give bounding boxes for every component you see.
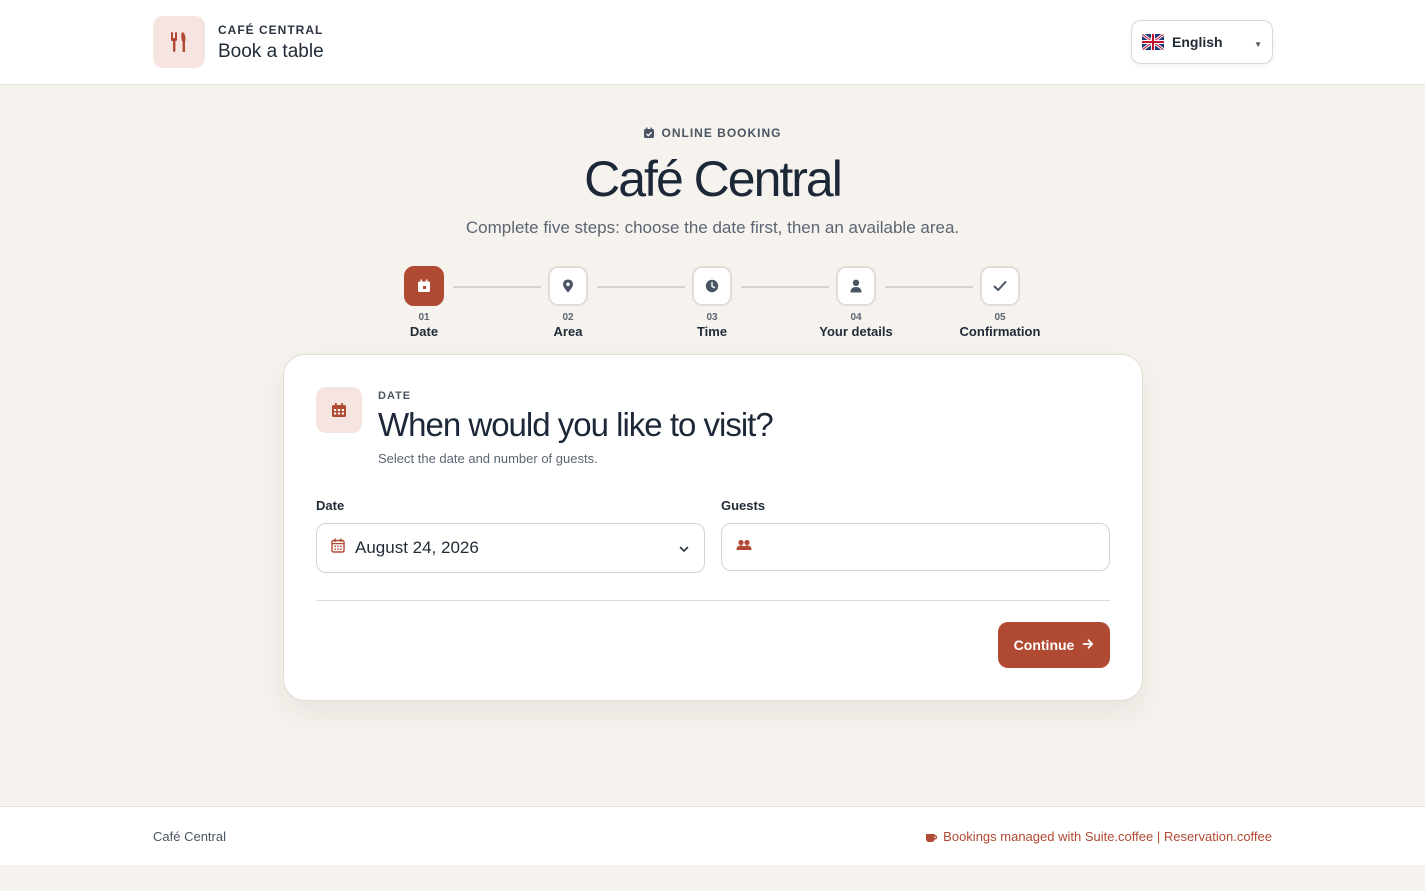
language-select[interactable]: English ▼ [1131,20,1273,64]
continue-button[interactable]: Continue [998,622,1110,668]
fork-knife-icon [153,16,205,68]
step-label: Area [553,324,583,339]
booking-card: DATE When would you like to visit? Selec… [283,354,1143,701]
brand-eyebrow: CAFÉ CENTRAL [218,23,324,37]
caret-down-icon: ▼ [1254,40,1262,49]
step-your-details[interactable]: 04 Your details [796,266,916,339]
step-label: Confirmation [959,324,1041,339]
footer-brand: Café Central [153,829,226,844]
step-number: 05 [994,312,1006,323]
step-time[interactable]: 03 Time [652,266,772,339]
arrow-right-icon [1082,637,1094,653]
date-select[interactable]: August 24, 2026 [316,523,705,573]
step-number: 02 [562,312,574,323]
coffee-cup-icon [925,831,938,846]
clock-icon [692,266,732,306]
step-area[interactable]: 02 Area [508,266,628,339]
map-pin-icon [548,266,588,306]
date-value: August 24, 2026 [355,538,479,557]
footer: Café Central Bookings managed with Suite… [0,806,1425,865]
step-date[interactable]: 01 Date [364,266,484,339]
page-subtitle: Complete five steps: choose the date fir… [465,218,960,237]
date-field-label: Date [316,498,345,513]
step-number: 01 [418,312,430,323]
card-subtitle: Select the date and number of guests. [378,451,598,466]
header: CAFÉ CENTRAL Book a table English ▼ [0,0,1425,85]
calendar-icon [404,266,444,306]
step-number: 03 [706,312,718,323]
footer-powered-text: Bookings managed with Suite.coffee | Res… [943,829,1272,844]
language-label: English [1172,34,1223,50]
card-title: When would you like to visit? [378,406,774,443]
check-icon [980,266,1020,306]
card-divider [316,600,1110,601]
calendar-icon [331,538,345,558]
eyebrow-text: ONLINE BOOKING [661,126,782,140]
step-confirmation[interactable]: 05 Confirmation [940,266,1060,339]
step-label: Your details [819,324,893,339]
guests-field-label: Guests [721,498,766,513]
users-icon [736,538,752,556]
calendar-icon [316,387,362,433]
chevron-down-icon [678,542,690,560]
page-title: Café Central [584,151,843,207]
step-number: 04 [850,312,862,323]
step-label: Date [409,324,439,339]
continue-label: Continue [1013,637,1075,653]
uk-flag-icon [1142,34,1164,50]
footer-powered-by[interactable]: Bookings managed with Suite.coffee | Res… [925,829,1272,846]
user-icon [836,266,876,306]
calendar-check-icon [643,127,655,142]
step-label: Time [696,324,728,339]
online-booking-eyebrow: ONLINE BOOKING [0,126,1425,142]
brand-title: Book a table [218,41,324,62]
card-eyebrow: DATE [378,390,412,402]
guests-input[interactable] [721,523,1110,571]
